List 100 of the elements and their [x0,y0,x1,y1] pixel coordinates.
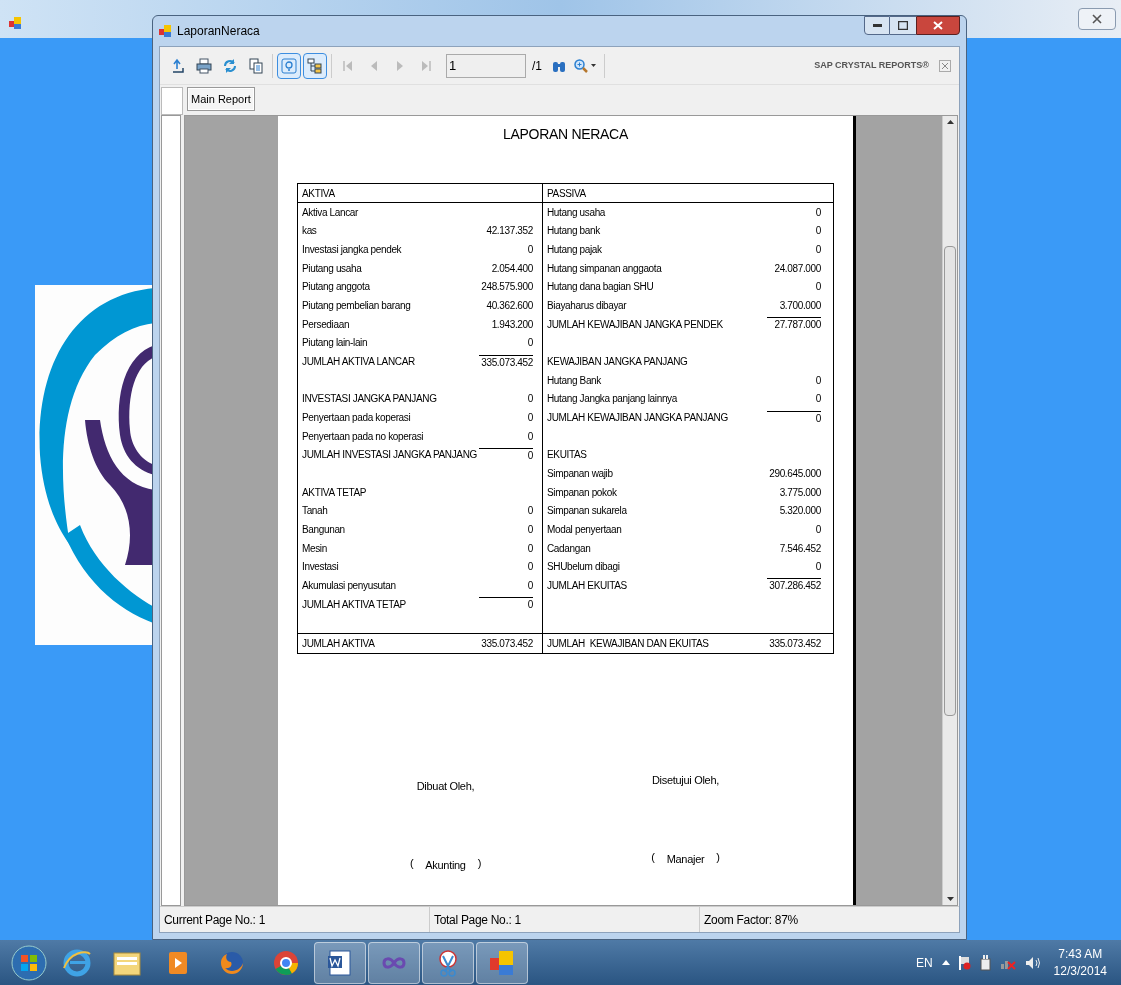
section-heading: KEWAJIBAN JANGKA PANJANG [547,355,688,370]
flag-icon[interactable] [958,954,971,971]
close-paren: ) [716,849,720,865]
row-value: 0 [815,373,821,388]
total-label: JUMLAH INVESTASI JANGKA PANJANG [302,448,477,463]
row-value: 0 [815,224,821,239]
clock-time[interactable]: 7:43 AM [1058,945,1103,963]
maximize-icon [898,21,908,30]
row-value: 5.320.000 [779,504,821,519]
power-plug-icon[interactable] [979,954,991,971]
help-button[interactable] [277,52,301,79]
taskbar-button[interactable] [314,941,366,984]
pages-icon [248,57,264,74]
grand-total-value: 335.073.452 [481,637,533,651]
total-label: JUMLAH KEWAJIBAN JANGKA PANJANG [547,411,728,426]
total-value: 27.787.000 [767,317,821,332]
speaker-icon[interactable] [1024,955,1041,970]
row-label: Persediaan [302,317,350,332]
minimize-button[interactable] [864,16,890,35]
row-label: kas [302,224,317,239]
row-value: 0 [527,411,533,426]
row-value: 1.943.200 [491,317,533,332]
scroll-down-icon [946,897,954,901]
app-icon [9,17,21,29]
section-heading: AKTIVA TETAP [302,485,367,500]
row-label: Simpanan wajib [547,467,613,481]
maximize-button[interactable] [890,16,916,35]
row-label: Simpanan pokok [547,485,617,500]
close-paren: ) [477,855,482,871]
open-paren: ( [409,855,414,871]
row-value: 2.054.400 [491,261,533,276]
windows-logo-icon [11,944,47,981]
row-value: 248.575.900 [481,280,533,295]
status-text: Total Page No.: 1 [434,911,521,929]
column-header: PASSIVA [547,186,586,201]
row-value: 0 [815,523,821,537]
row-value: 0 [527,541,533,556]
page-number-field[interactable]: 1 [446,53,526,78]
row-value: 0 [527,560,533,575]
total-value: 0 [479,597,533,612]
row-value: 42.137.352 [486,224,533,239]
row-label: Cadangan [547,541,591,556]
row-label: Piutang usaha [302,261,362,276]
row-value: 0 [527,523,533,537]
open-paren: ( [651,849,655,865]
row-value: 0 [527,336,533,351]
row-label: Investasi jangka pendek [302,243,402,258]
scrollbar[interactable] [942,116,957,905]
total-value: 307.286.452 [767,578,821,593]
e-logo-icon [62,947,92,978]
language-indicator[interactable]: EN [915,953,933,972]
refresh-icon [222,57,238,74]
app-icon [159,25,171,37]
row-label: Hutang pajak [547,243,602,258]
page-total: /1 [532,57,542,75]
report-tab[interactable]: Main Report [187,87,255,111]
row-label: Hutang dana bagian SHU [547,280,654,295]
row-value: 3.700.000 [779,299,821,314]
column-header: AKTIVA [302,186,335,201]
row-label: Hutang Jangka panjang lainnya [547,392,677,407]
clock-date[interactable]: 12/3/2014 [1053,962,1107,980]
status-text: Zoom Factor: 87% [704,911,798,929]
taskbar-button[interactable] [368,941,420,984]
signature-caption: Disetujui Oleh, [651,773,719,788]
close-view-button[interactable] [939,59,951,72]
row-label: Mesin [302,541,327,556]
scroll-thumb[interactable] [944,246,956,716]
tree-panel-header [161,87,183,115]
row-label: Biayaharus dibayar [547,299,627,314]
row-value: 0 [815,243,821,258]
report-title: LAPORAN NERACA [503,125,628,144]
group-tree-button[interactable] [303,52,327,79]
taskbar-button[interactable] [422,941,474,984]
signature-caption: Dibuat Oleh, [416,779,475,794]
row-label: Hutang bank [547,224,600,239]
close-icon [1092,14,1102,24]
brand-label: SAP CRYSTAL REPORTS® [814,58,929,72]
total-value: 0 [479,447,533,462]
grand-total-label: JUMLAH KEWAJIBAN DAN EKUITAS [547,637,709,651]
show-hidden-icons-icon[interactable] [941,960,950,965]
row-label: Penyertaan pada koperasi [302,411,411,426]
row-value: 0 [527,392,533,407]
status-text: Current Page No.: 1 [164,911,266,929]
row-label: Hutang simpanan anggaota [547,261,662,276]
total-value: 335.073.452 [479,354,533,369]
row-value: 0 [527,504,533,519]
row-label: Piutang lain-lain [302,336,368,351]
row-value: 0 [815,560,821,575]
row-label: Simpanan sukarela [547,504,627,519]
row-value: 40.362.600 [486,299,533,314]
signatory-role: Manajer [666,851,705,867]
row-label: SHUbelum dibagi [547,560,620,575]
row-label: Hutang Bank [547,373,601,388]
close-button[interactable] [916,16,960,35]
signatory-role: Akunting [425,857,466,873]
row-label: INVESTASI JANGKA PANJANG [302,392,437,407]
caret-icon [591,64,596,67]
row-value: 24.087.000 [774,261,821,276]
total-label: JUMLAH EKUITAS [547,578,627,593]
window-title: LaporanNeraca [177,23,260,40]
